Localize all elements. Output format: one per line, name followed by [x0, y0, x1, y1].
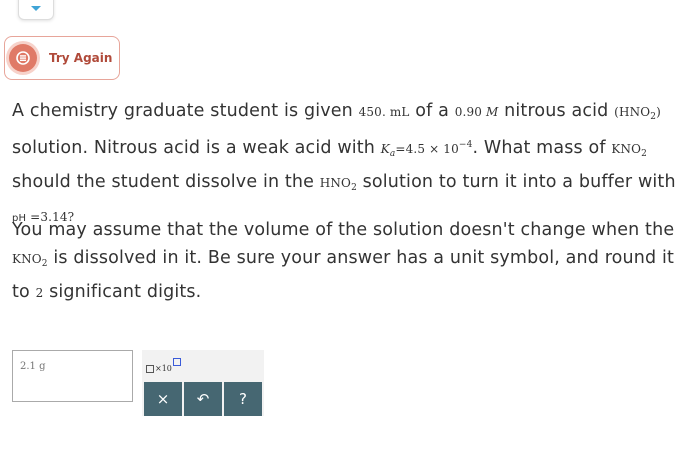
- help-button[interactable]: ?: [224, 382, 262, 416]
- question-text: . What mass of: [472, 138, 612, 158]
- undo-button[interactable]: ↶: [184, 382, 222, 416]
- answer-value: 2.1 g: [20, 361, 46, 372]
- try-again-label: Try Again: [49, 51, 113, 65]
- math-keypad: ×10 × ↶ ?: [142, 350, 264, 416]
- x10-label: ×10: [155, 364, 172, 373]
- concentration-unit: M: [486, 105, 499, 119]
- exponent-box-icon: [172, 358, 181, 366]
- acid-formula: HNO2: [319, 176, 357, 193]
- question-paragraph-1: A chemistry graduate student is given 45…: [12, 97, 692, 233]
- question-text: significant digits.: [43, 282, 202, 302]
- try-again-button[interactable]: Try Again: [4, 36, 120, 80]
- paren-close: ): [656, 105, 661, 119]
- volume-value: 450. mL: [358, 105, 410, 119]
- ka-exponent: −4: [458, 140, 473, 150]
- question-text: solution. Nitrous acid is a weak acid wi…: [12, 138, 381, 158]
- retry-icon: [9, 44, 37, 72]
- question-text: nitrous acid: [498, 101, 615, 121]
- ka-symbol: K: [380, 142, 390, 156]
- formula-base: HNO: [618, 105, 651, 119]
- question-text: You may assume that the volume of the so…: [12, 220, 675, 240]
- formula-base: KNO: [12, 252, 42, 266]
- concentration-number: 0.90: [454, 105, 483, 119]
- question-text: of a: [409, 101, 455, 121]
- question-text: should the student dissolve in the: [12, 172, 320, 192]
- collapse-tab[interactable]: [18, 0, 54, 20]
- chevron-down-icon: [31, 6, 41, 11]
- formula-subscript: 2: [641, 149, 648, 159]
- question-paragraph-2: You may assume that the volume of the so…: [12, 216, 692, 307]
- ka-value: =4.5 × 10: [395, 142, 459, 156]
- formula-base: KNO: [611, 142, 642, 156]
- nitrous-acid-formula: (HNO2): [614, 105, 661, 122]
- answer-input[interactable]: 2.1 g: [12, 350, 133, 402]
- question-text: solution to turn it into a buffer with: [356, 172, 676, 192]
- salt-formula: KNO2: [611, 142, 648, 159]
- concentration-value: 0.90 M: [455, 105, 499, 119]
- question-text: A chemistry graduate student is given: [12, 101, 359, 121]
- ka-expression: Ka=4.5 × 10−4: [380, 140, 473, 159]
- mantissa-box-icon: [146, 365, 154, 373]
- salt-formula: KNO2: [12, 252, 48, 269]
- scientific-notation-button[interactable]: ×10: [146, 358, 181, 373]
- clear-button[interactable]: ×: [144, 382, 182, 416]
- formula-base: HNO: [319, 176, 352, 190]
